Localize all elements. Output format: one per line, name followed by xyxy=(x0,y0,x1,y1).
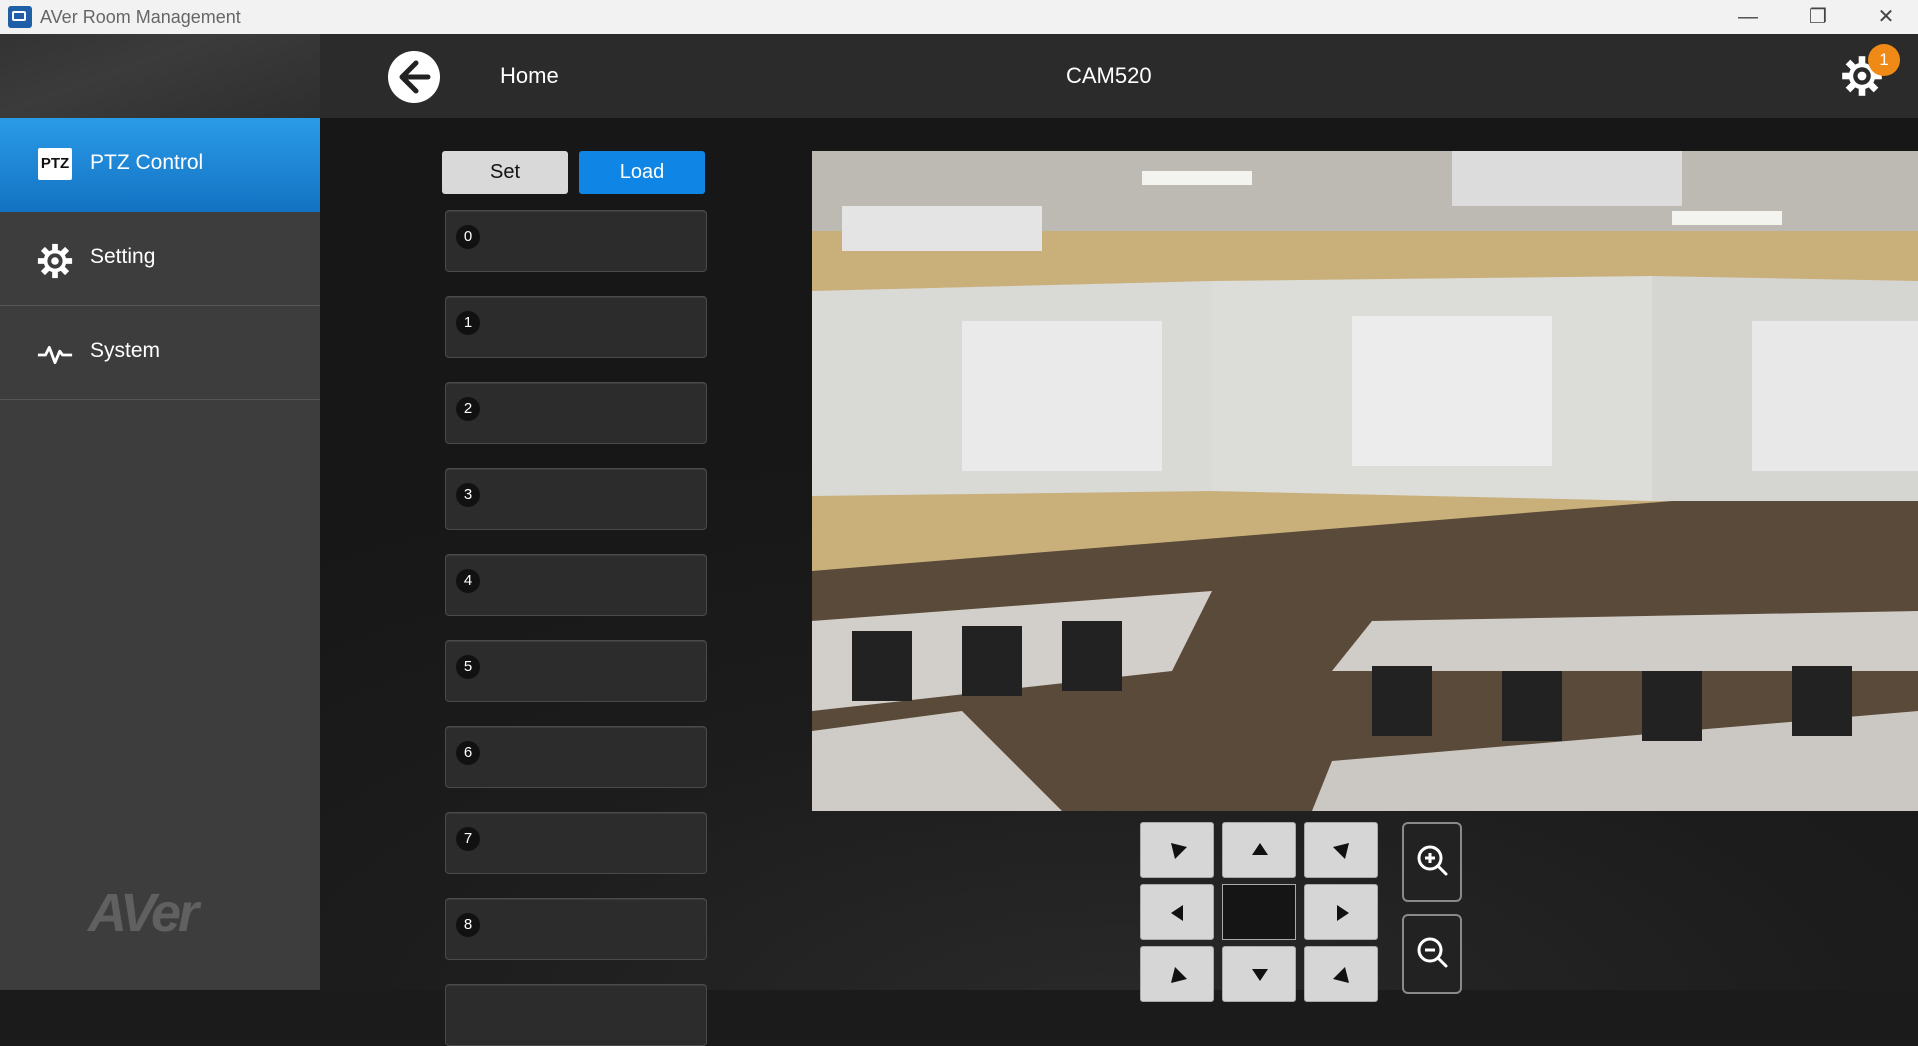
preset-slot-0[interactable]: 0 xyxy=(445,210,707,272)
arrow-up-left-icon xyxy=(1171,843,1187,859)
sidebar-item-label: PTZ Control xyxy=(90,151,204,174)
preset-number: 4 xyxy=(456,569,480,593)
arrow-left-icon xyxy=(1171,905,1183,921)
arrow-right-icon xyxy=(1337,905,1349,921)
notification-badge[interactable]: 1 xyxy=(1868,44,1900,76)
zoom-in-icon xyxy=(1417,845,1448,876)
preset-number: 7 xyxy=(456,827,480,851)
restore-button[interactable]: ❐ xyxy=(1790,0,1846,34)
sidebar-item-label: System xyxy=(90,339,161,362)
preset-number: 2 xyxy=(456,397,480,421)
preset-slot-8[interactable]: 8 xyxy=(445,898,707,960)
app-icon xyxy=(8,6,32,28)
ptz-icon: PTZ xyxy=(38,148,72,180)
close-button[interactable]: ✕ xyxy=(1858,0,1914,34)
preset-number: 3 xyxy=(456,483,480,507)
preset-slot-partial[interactable] xyxy=(445,984,707,1046)
preset-slot-4[interactable]: 4 xyxy=(445,554,707,616)
aver-logo: AVer xyxy=(88,883,199,943)
pan-up-left-button[interactable] xyxy=(1140,822,1214,878)
window-titlebar: AVer Room Management — ❐ ✕ xyxy=(0,0,1918,34)
pan-down-right-button[interactable] xyxy=(1304,946,1378,1002)
window-title: AVer Room Management xyxy=(40,7,241,27)
zoom-out-button[interactable] xyxy=(1402,914,1462,994)
sidebar-header xyxy=(0,34,320,118)
arrow-up-right-icon xyxy=(1333,843,1349,859)
pan-down-button[interactable] xyxy=(1222,946,1296,1002)
sidebar-item-system[interactable]: System xyxy=(0,306,320,400)
ptz-direction-pad xyxy=(1140,822,1380,1002)
arrow-down-right-icon xyxy=(1333,967,1349,983)
arrow-left-icon xyxy=(399,60,431,94)
sidebar-item-setting[interactable]: Setting xyxy=(0,212,320,306)
home-label[interactable]: Home xyxy=(500,63,559,89)
gear-icon xyxy=(37,243,73,279)
pan-down-left-button[interactable] xyxy=(1140,946,1214,1002)
preset-slot-6[interactable]: 6 xyxy=(445,726,707,788)
set-preset-button[interactable]: Set xyxy=(442,151,568,194)
zoom-in-button[interactable] xyxy=(1402,822,1462,902)
preset-number: 0 xyxy=(456,225,480,249)
minimize-button[interactable]: — xyxy=(1720,0,1776,34)
zoom-out-icon xyxy=(1417,937,1448,968)
pulse-icon xyxy=(37,345,73,365)
sidebar-item-ptz-control[interactable]: PTZ PTZ Control xyxy=(0,118,320,212)
pan-up-button[interactable] xyxy=(1222,822,1296,878)
camera-live-view[interactable] xyxy=(812,151,1918,811)
arrow-up-icon xyxy=(1252,843,1268,855)
back-button[interactable] xyxy=(388,51,440,103)
preset-number: 5 xyxy=(456,655,480,679)
load-preset-button[interactable]: Load xyxy=(579,151,705,194)
preset-number: 6 xyxy=(456,741,480,765)
pan-right-button[interactable] xyxy=(1304,884,1378,940)
preset-slot-5[interactable]: 5 xyxy=(445,640,707,702)
ptz-home-center[interactable] xyxy=(1222,884,1296,940)
camera-title: CAM520 xyxy=(1066,63,1152,88)
arrow-down-left-icon xyxy=(1171,967,1187,983)
preset-slot-3[interactable]: 3 xyxy=(445,468,707,530)
arrow-down-icon xyxy=(1252,969,1268,981)
main-panel: Home CAM520 1 Set Load 0 1 2 3 4 5 6 7 8 xyxy=(320,34,1918,1046)
preset-number: 1 xyxy=(456,311,480,335)
preset-slot-7[interactable]: 7 xyxy=(445,812,707,874)
pan-up-right-button[interactable] xyxy=(1304,822,1378,878)
top-bar: Home CAM520 1 xyxy=(320,34,1918,118)
pan-left-button[interactable] xyxy=(1140,884,1214,940)
preset-slot-1[interactable]: 1 xyxy=(445,296,707,358)
sidebar-item-label: Setting xyxy=(90,245,156,268)
preset-number: 8 xyxy=(456,913,480,937)
sidebar: PTZ PTZ Control Setting System AVer xyxy=(0,34,320,990)
classroom-video-frame xyxy=(812,151,1918,811)
preset-slot-2[interactable]: 2 xyxy=(445,382,707,444)
